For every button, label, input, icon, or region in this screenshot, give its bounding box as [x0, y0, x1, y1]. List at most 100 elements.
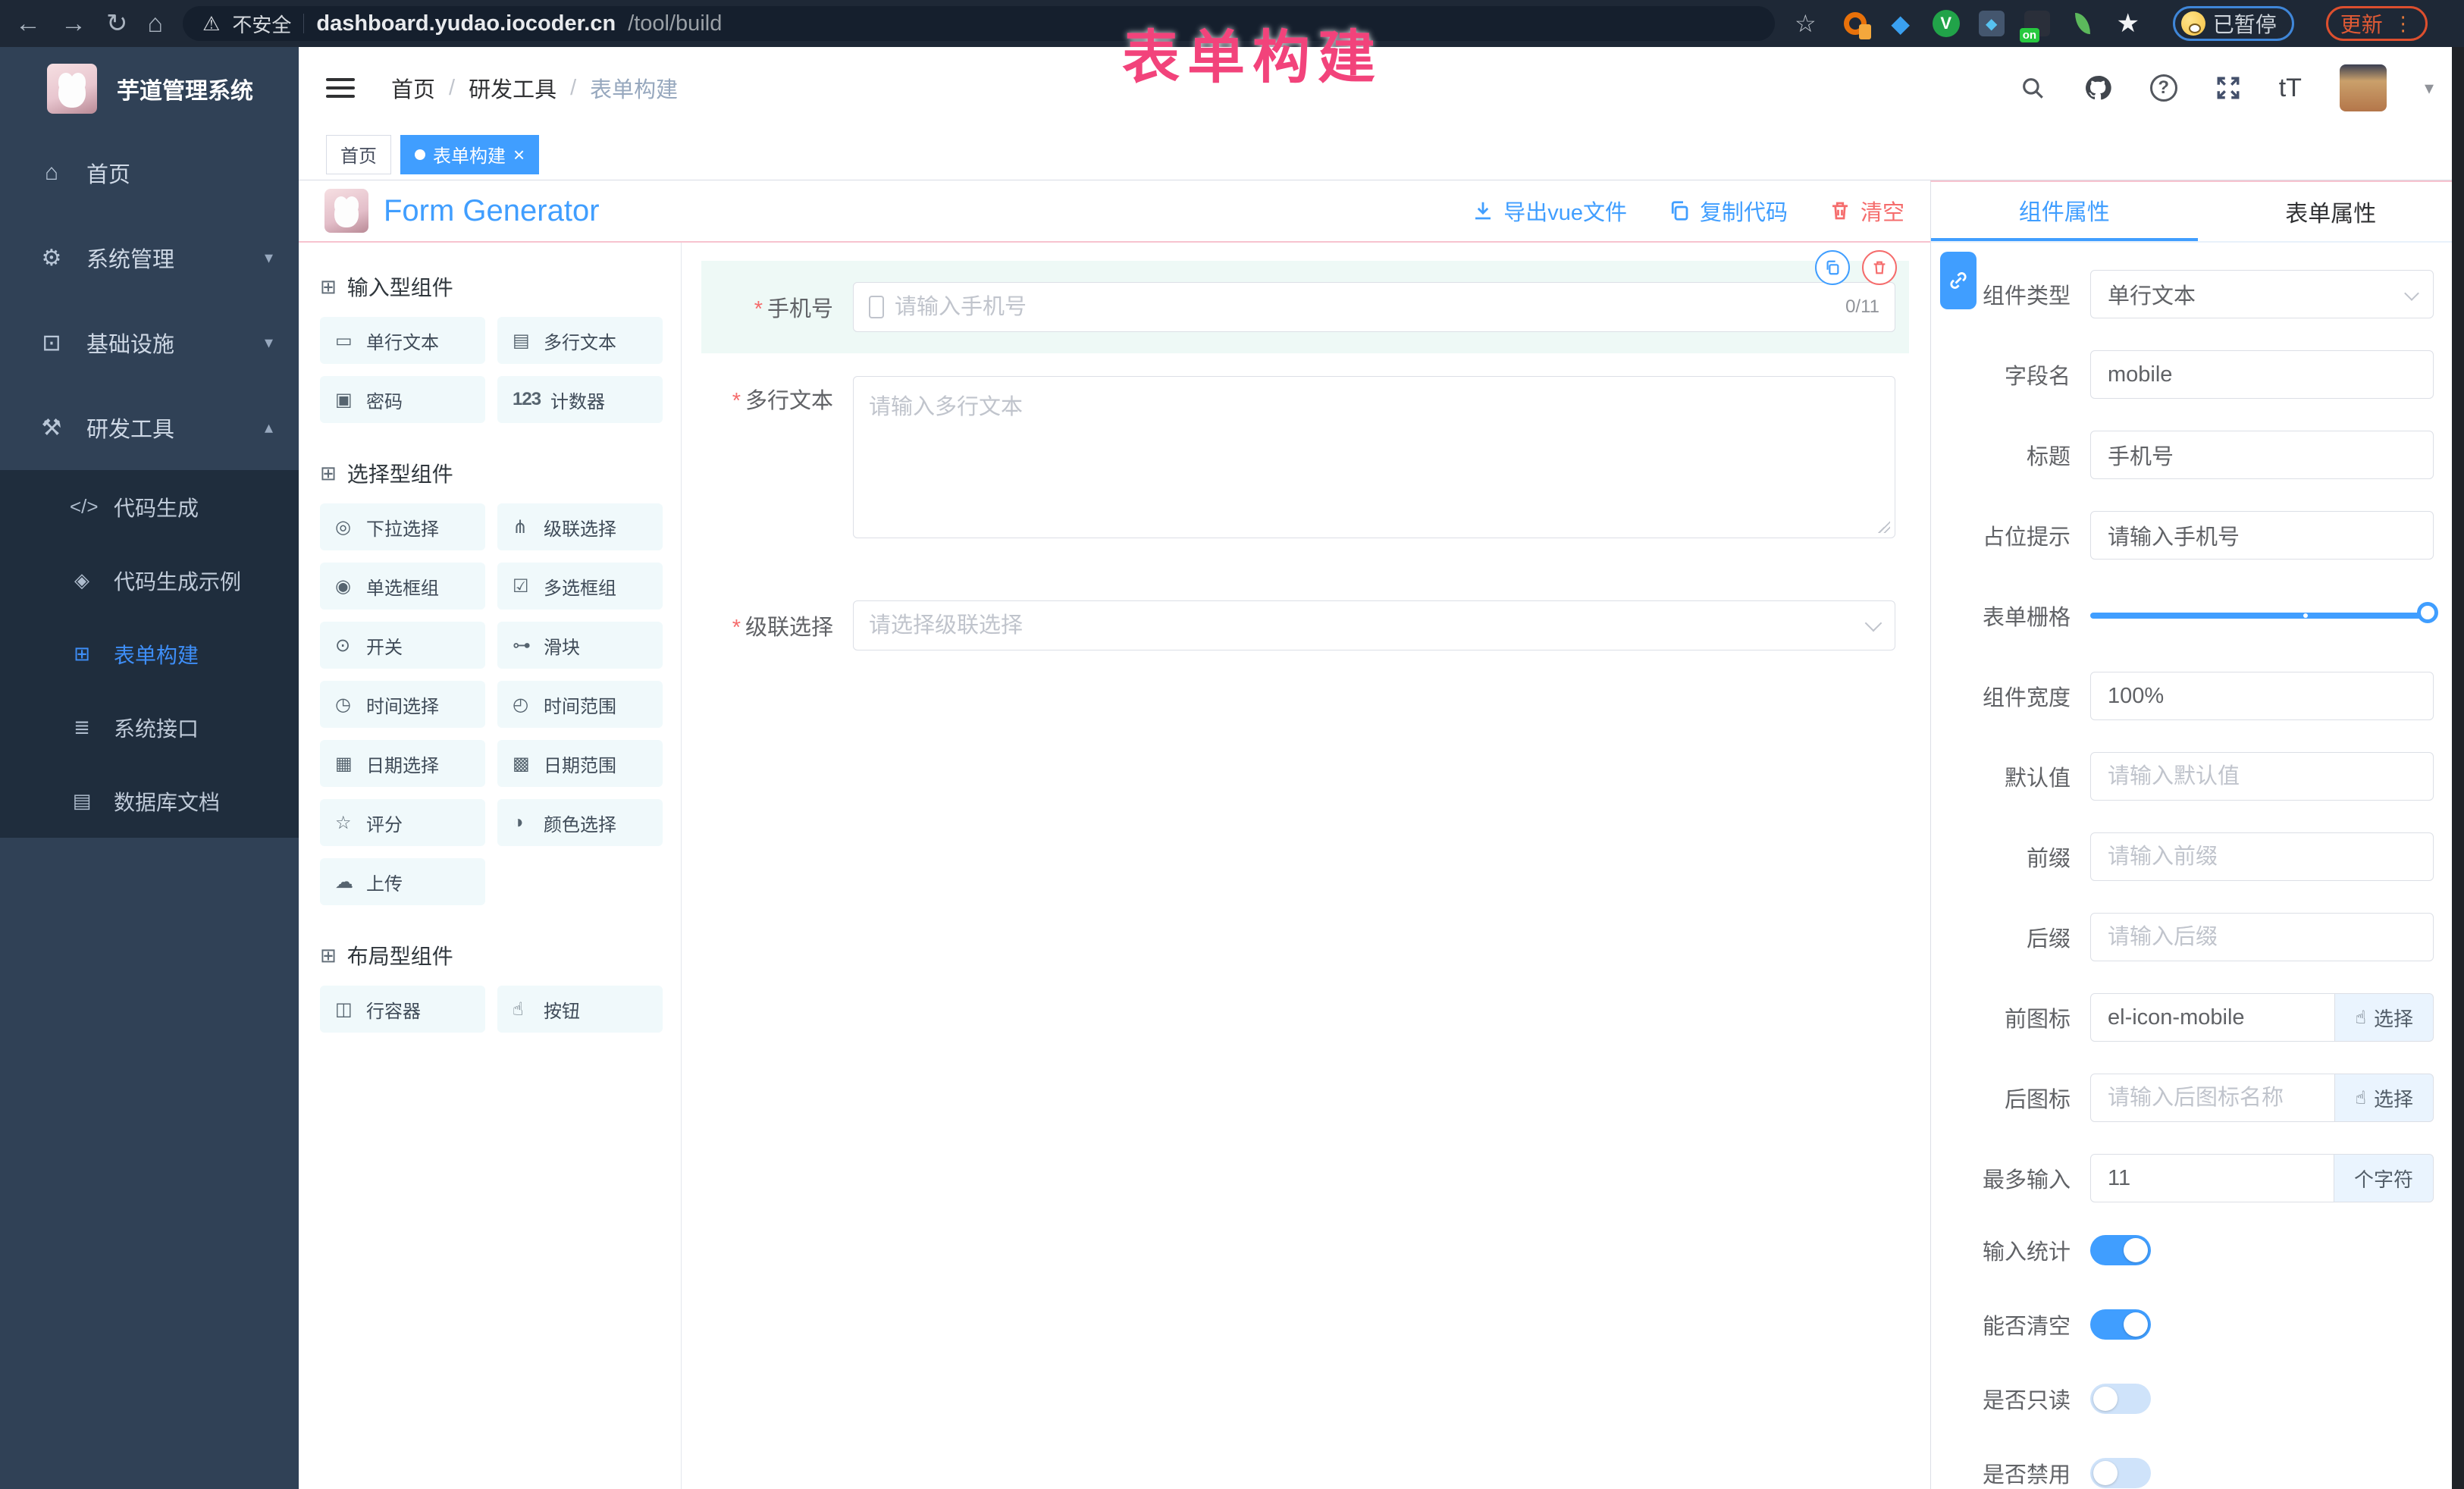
bookmark-star-icon[interactable]: ☆ [1795, 9, 1817, 38]
url-bar[interactable]: ⚠ 不安全 dashboard.yudao.iocoder.cn /tool/b… [183, 6, 1775, 41]
palette-item-radio-group[interactable]: ◉单选框组 [320, 563, 485, 610]
palette-item-select[interactable]: ◎下拉选择 [320, 503, 485, 550]
extension-icon-leaf[interactable] [2068, 9, 2097, 38]
prefix-icon-input[interactable] [2090, 993, 2335, 1042]
title-input[interactable] [2090, 431, 2434, 479]
extension-icon-ring[interactable] [1841, 9, 1870, 38]
update-button[interactable]: 更新 ⋮ [2326, 6, 2428, 41]
sidebar-item-db-doc[interactable]: ▤ 数据库文档 [0, 764, 299, 838]
suffix-icon-input[interactable] [2090, 1074, 2335, 1122]
extension-icon-star[interactable]: ★ [2114, 9, 2143, 38]
search-icon[interactable] [2020, 75, 2045, 101]
component-type-select[interactable] [2090, 270, 2434, 318]
suffix-input[interactable] [2090, 913, 2434, 961]
palette-item-counter[interactable]: 123计数器 [497, 376, 663, 423]
copy-code-button[interactable]: 复制代码 [1668, 195, 1788, 227]
resize-handle[interactable] [1878, 521, 1890, 533]
palette-item-slider[interactable]: ⊶滑块 [497, 622, 663, 669]
link-handle[interactable] [1940, 252, 1977, 309]
palette-item-rate[interactable]: ☆评分 [320, 799, 485, 846]
devtools-submenu: </> 代码生成 ◈ 代码生成示例 ⊞ 表单构建 ≣ 系统接口 ▤ 数据库文档 [0, 470, 299, 838]
time-range-icon: ◴ [513, 694, 534, 716]
delete-field-button[interactable] [1862, 250, 1897, 285]
paused-badge[interactable]: 已暂停 [2173, 6, 2294, 41]
palette-item-date-range[interactable]: ▩日期范围 [497, 740, 663, 787]
close-icon[interactable]: × [513, 145, 525, 165]
placeholder-input[interactable] [2090, 511, 2434, 560]
palette-item-time-range[interactable]: ◴时间范围 [497, 681, 663, 728]
palette-item-checkbox-group[interactable]: ☑多选框组 [497, 563, 663, 610]
form-canvas[interactable]: 手机号 0/11 多行文本 请输入多行文本 [682, 243, 1930, 1489]
fullscreen-icon[interactable] [2215, 75, 2241, 101]
clearable-toggle[interactable] [2090, 1309, 2151, 1340]
tag-form-builder[interactable]: 表单构建 × [400, 135, 539, 174]
hamburger-icon[interactable] [326, 78, 355, 98]
textarea-input[interactable]: 请输入多行文本 [853, 376, 1895, 538]
clear-button[interactable]: 清空 [1829, 195, 1904, 227]
palette-item-time-picker[interactable]: ◷时间选择 [320, 681, 485, 728]
app-logo-row[interactable]: 芋道管理系统 [0, 47, 299, 130]
help-icon[interactable]: ? [2150, 74, 2177, 102]
palette-item-date-picker[interactable]: ▦日期选择 [320, 740, 485, 787]
sidebar-item-devtools[interactable]: ⚒ 研发工具 ▴ [0, 385, 299, 470]
extension-icon-split[interactable]: ◆ [1977, 9, 2006, 38]
tag-home[interactable]: 首页 [326, 135, 391, 174]
scrollbar[interactable] [2452, 47, 2464, 1489]
palette-item-password[interactable]: ▣密码 [320, 376, 485, 423]
breadcrumb-devtools[interactable]: 研发工具 [469, 72, 556, 104]
palette-item-color-picker[interactable]: ◑颜色选择 [497, 799, 663, 846]
input-stats-toggle[interactable] [2090, 1235, 2151, 1265]
palette-item-single-line[interactable]: ▭单行文本 [320, 317, 485, 364]
suffix-icon-select-button[interactable]: ☝ 选择 [2335, 1074, 2434, 1122]
canvas-field-mobile[interactable]: 手机号 0/11 [701, 261, 1909, 353]
field-name-input[interactable] [2090, 350, 2434, 399]
prefix-input[interactable] [2090, 832, 2434, 881]
breadcrumb-home[interactable]: 首页 [391, 72, 435, 104]
font-size-icon[interactable]: tT [2279, 74, 2302, 103]
canvas-field-textarea[interactable]: 多行文本 请输入多行文本 [701, 376, 1909, 538]
back-icon[interactable]: ← [15, 11, 41, 36]
palette-item-multi-line[interactable]: ▤多行文本 [497, 317, 663, 364]
forward-icon[interactable]: → [61, 11, 86, 36]
canvas-field-cascader[interactable]: 级联选择 [701, 600, 1909, 650]
extension-icon-gem[interactable]: ◆ [1886, 9, 1915, 38]
prefix-icon-select-button[interactable]: ☝ 选择 [2335, 993, 2434, 1042]
url-divider [303, 14, 304, 33]
extension-icon-dark[interactable]: on [2023, 9, 2052, 38]
cascader-input[interactable] [853, 600, 1895, 650]
sidebar-item-infra[interactable]: ⊡ 基础设施 ▾ [0, 300, 299, 385]
palette-item-upload[interactable]: ☁上传 [320, 858, 485, 905]
sidebar-item-form-builder[interactable]: ⊞ 表单构建 [0, 617, 299, 691]
sidebar-item-codegen[interactable]: </> 代码生成 [0, 470, 299, 544]
sidebar-item-api[interactable]: ≣ 系统接口 [0, 691, 299, 764]
extension-icon-vue[interactable]: V [1932, 9, 1961, 38]
reload-icon[interactable]: ↻ [106, 11, 128, 36]
chain-link-icon [1948, 270, 1969, 291]
home-icon[interactable]: ⌂ [148, 11, 164, 36]
export-vue-button[interactable]: 导出vue文件 [1472, 195, 1627, 227]
user-avatar[interactable] [2340, 64, 2387, 111]
sidebar-item-home[interactable]: ⌂ 首页 [0, 130, 299, 215]
caret-down-icon[interactable]: ▾ [2425, 77, 2434, 99]
palette-item-row-container[interactable]: ◫行容器 [320, 986, 485, 1033]
readonly-toggle[interactable] [2090, 1384, 2151, 1414]
component-width-input[interactable] [2090, 672, 2434, 720]
clock-icon: ◷ [335, 694, 356, 716]
slider-handle[interactable] [2417, 602, 2438, 623]
palette-item-cascader[interactable]: ⋔级联选择 [497, 503, 663, 550]
github-icon[interactable] [2083, 74, 2112, 102]
single-line-icon: ▭ [335, 330, 356, 352]
duplicate-field-button[interactable] [1815, 250, 1850, 285]
sidebar-item-system[interactable]: ⚙ 系统管理 ▾ [0, 215, 299, 300]
menu-dots-icon[interactable]: ⋮ [2393, 12, 2413, 36]
max-length-input[interactable] [2090, 1154, 2334, 1202]
disabled-toggle[interactable] [2090, 1458, 2151, 1488]
palette-item-switch[interactable]: ⊙开关 [320, 622, 485, 669]
palette-item-button[interactable]: ☝按钮 [497, 986, 663, 1033]
tab-component-props[interactable]: 组件属性 [1931, 182, 2198, 241]
sidebar-item-codegen-demo[interactable]: ◈ 代码生成示例 [0, 544, 299, 617]
form-grid-slider[interactable] [2090, 591, 2434, 640]
tab-form-props[interactable]: 表单属性 [2198, 182, 2464, 241]
default-value-input[interactable] [2090, 752, 2434, 801]
mobile-input[interactable]: 0/11 [853, 282, 1895, 332]
